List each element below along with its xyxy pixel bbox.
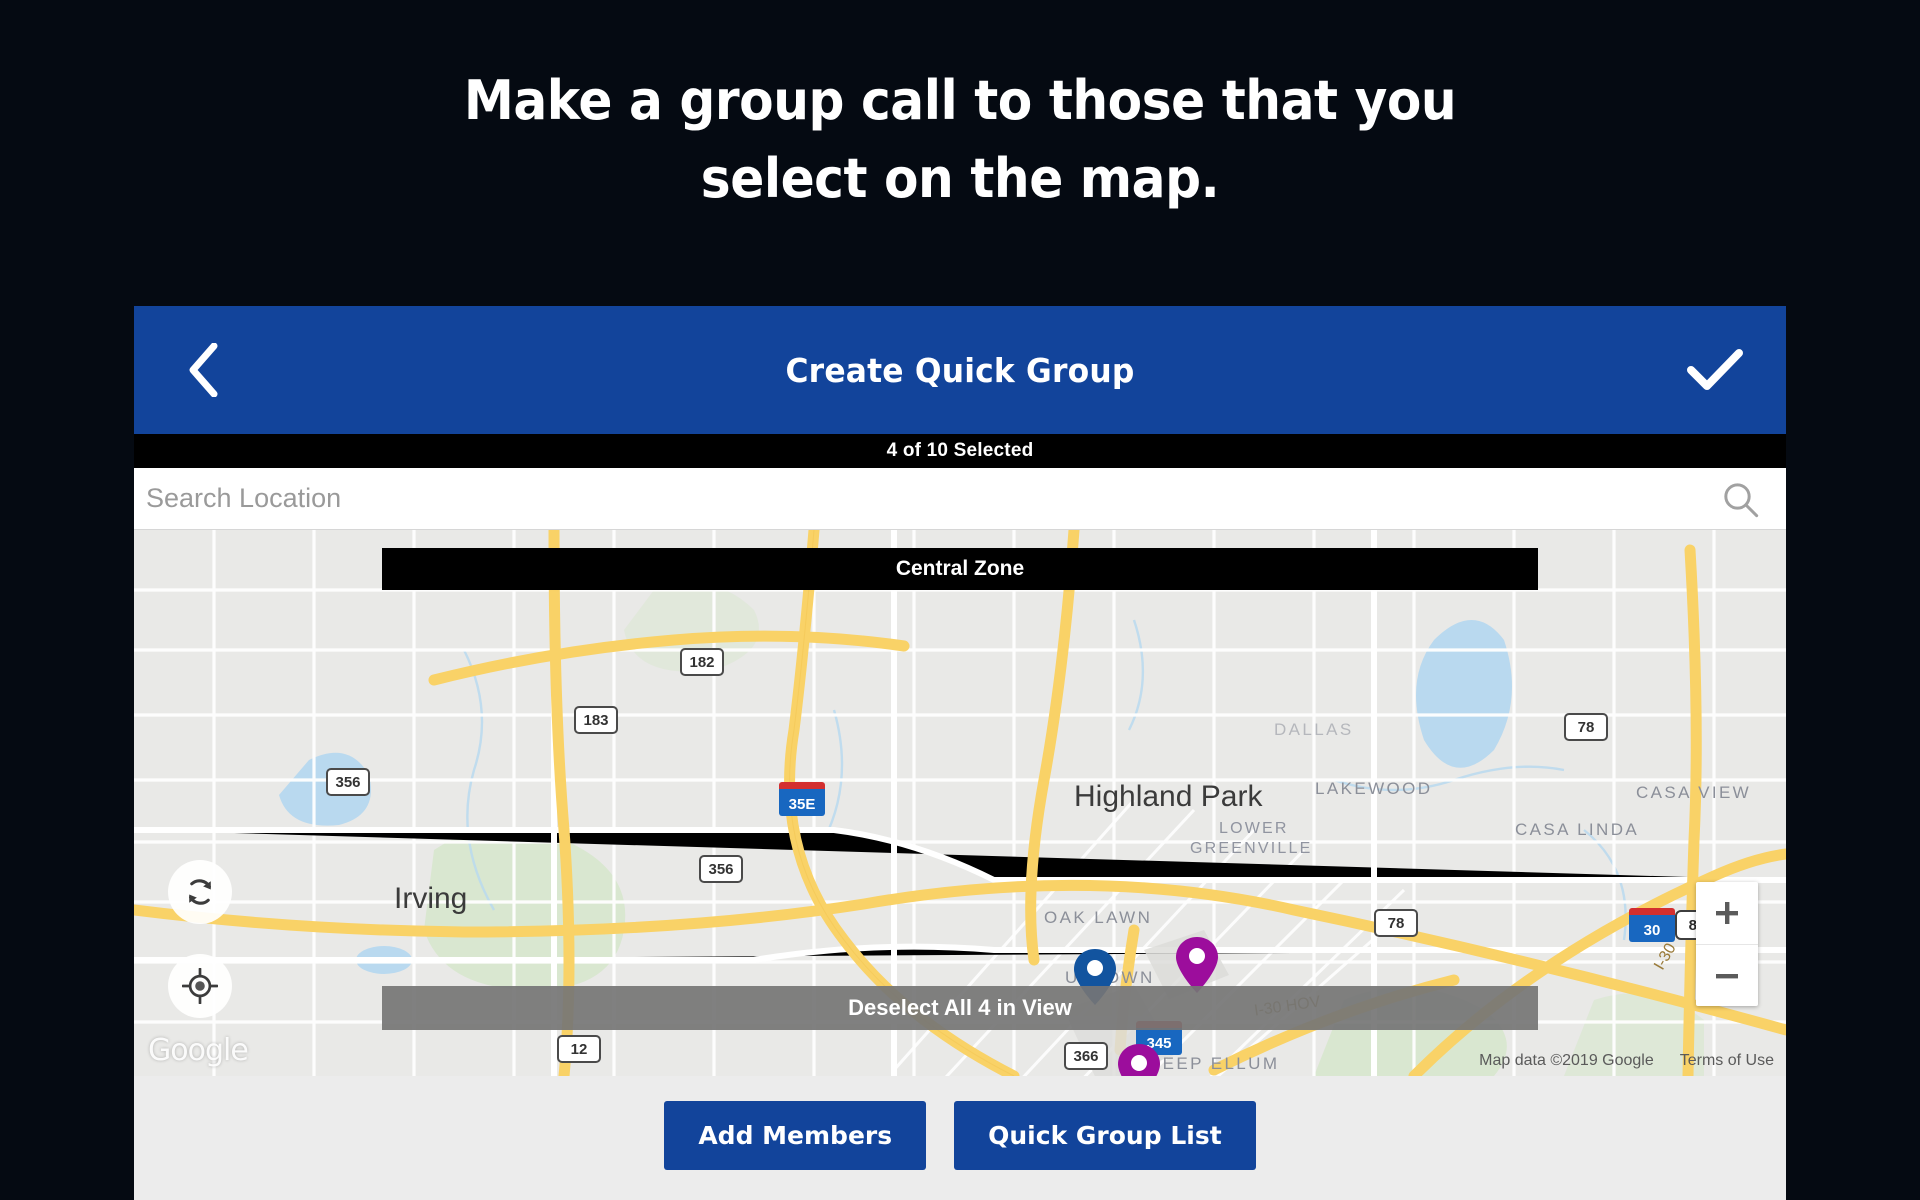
map-data-attribution: Map data ©2019 Google bbox=[1479, 1052, 1654, 1069]
map-pin-icon bbox=[1118, 1044, 1160, 1076]
my-location-icon bbox=[182, 968, 218, 1004]
map-attribution: Map data ©2019 Google Terms of Use bbox=[1479, 1052, 1774, 1070]
app-header-bar: Create Quick Group bbox=[134, 306, 1786, 434]
deselect-all-button[interactable]: Deselect All 4 in View bbox=[382, 986, 1538, 1030]
bottom-action-bar: Add Members Quick Group List bbox=[134, 1076, 1786, 1194]
plus-icon bbox=[1716, 902, 1738, 924]
page-title: Make a group call to those that you sele… bbox=[67, 62, 1853, 218]
zoom-controls bbox=[1696, 882, 1758, 1006]
terms-of-use-link[interactable]: Terms of Use bbox=[1680, 1052, 1774, 1070]
deselect-all-label: Deselect All 4 in View bbox=[848, 995, 1072, 1020]
selection-count-label: 4 of 10 Selected bbox=[886, 440, 1034, 461]
zone-banner-label: Central Zone bbox=[895, 557, 1025, 580]
app-window: Create Quick Group 4 of 10 Selected Sear… bbox=[134, 306, 1786, 1200]
search-bar bbox=[134, 468, 1786, 530]
headline-line-1: Make a group call to those that you bbox=[463, 69, 1457, 132]
zoom-out-button[interactable] bbox=[1696, 944, 1758, 1006]
screenshot-root: Make a group call to those that you sele… bbox=[0, 0, 1920, 1200]
zone-banner: Central Zone bbox=[382, 548, 1538, 590]
search-icon[interactable] bbox=[1720, 479, 1760, 519]
zoom-in-button[interactable] bbox=[1696, 882, 1758, 944]
add-members-button[interactable]: Add Members bbox=[664, 1100, 927, 1170]
refresh-map-button[interactable] bbox=[168, 860, 232, 924]
map-marker-selected[interactable] bbox=[1117, 1043, 1161, 1076]
quick-group-list-button[interactable]: Quick Group List bbox=[954, 1100, 1256, 1170]
check-icon bbox=[1687, 349, 1743, 390]
confirm-button[interactable] bbox=[1686, 341, 1744, 399]
google-watermark: Google bbox=[148, 1033, 249, 1068]
map-view[interactable]: Irving Dallas Highland Park LAKEWOOD CAS… bbox=[134, 530, 1786, 1076]
minus-icon bbox=[1716, 973, 1738, 978]
headline-line-2: select on the map. bbox=[700, 147, 1220, 210]
refresh-icon bbox=[189, 879, 211, 905]
selection-count-strip: 4 of 10 Selected bbox=[134, 434, 1786, 468]
my-location-button[interactable] bbox=[168, 954, 232, 1018]
app-title: Create Quick Group bbox=[785, 350, 1135, 390]
search-input[interactable] bbox=[146, 483, 1720, 514]
